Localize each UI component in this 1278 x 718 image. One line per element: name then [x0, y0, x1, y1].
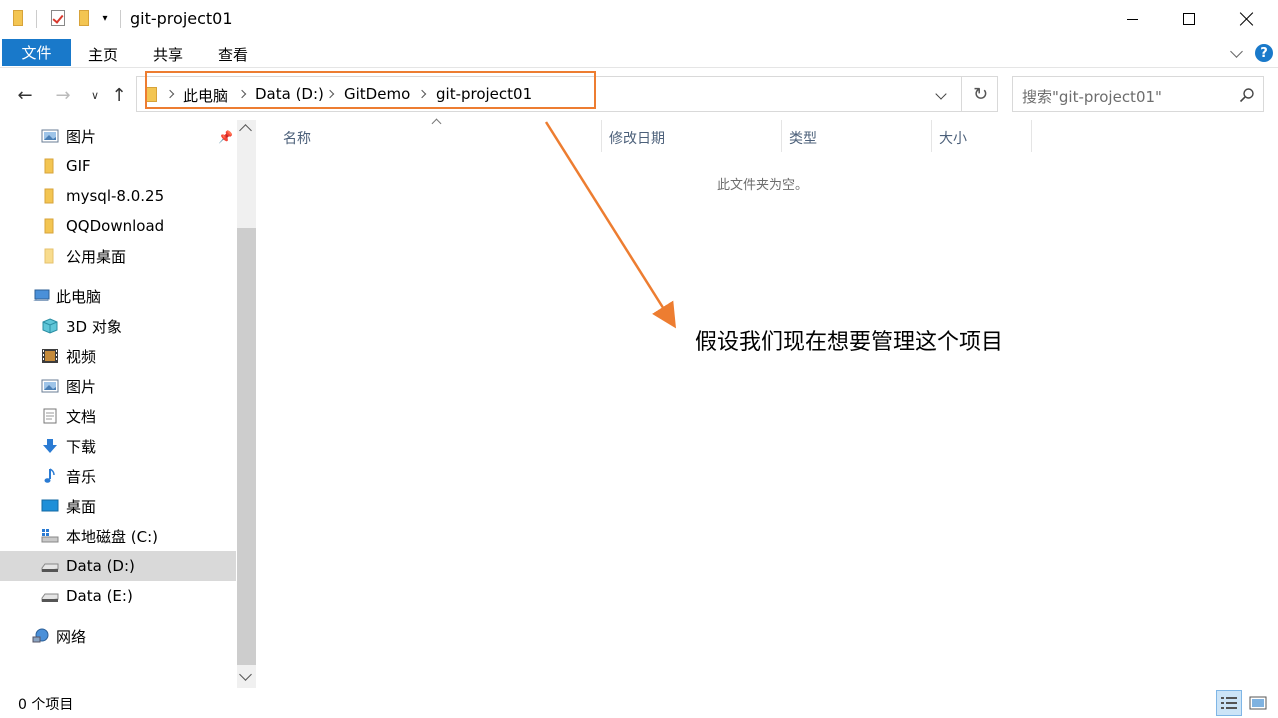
- large-icons-view-icon: [1249, 696, 1267, 710]
- details-view-button[interactable]: [1216, 690, 1242, 716]
- details-view-icon: [1221, 697, 1237, 709]
- large-icons-view-button[interactable]: [1245, 690, 1271, 716]
- status-bar: 0 个项目: [0, 688, 1278, 718]
- item-count: 0 个项目: [18, 697, 74, 713]
- annotation-arrow: [544, 121, 676, 329]
- annotation-text: 假设我们现在想要管理这个项目: [695, 330, 1004, 355]
